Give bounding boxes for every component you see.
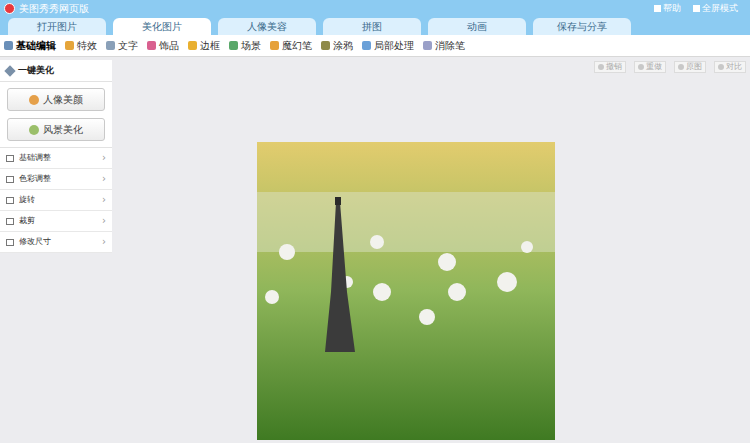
tool-icon bbox=[321, 41, 330, 50]
title-action-label: 全屏模式 bbox=[702, 4, 738, 13]
arrow-icon: › bbox=[102, 216, 106, 226]
eiffel-tower-icon bbox=[257, 142, 555, 440]
history-label: 重做 bbox=[646, 63, 662, 71]
workspace: 一键美化人像美颜风景美化基础调整 › 色彩调整 › 旋转 › 裁剪 › 修改尺寸 › 撤销 重做 原图 对… bbox=[0, 57, 750, 443]
sidebar-item-label: 修改尺寸 bbox=[19, 238, 97, 246]
tab[interactable]: 保存与分享 bbox=[533, 18, 631, 35]
history-label: 对比 bbox=[726, 63, 742, 71]
arrow-icon: › bbox=[102, 195, 106, 205]
tab-bar: 打开图片美化图片人像美容拼图动画保存与分享 bbox=[0, 17, 750, 35]
toolbar-item[interactable]: 饰品 bbox=[147, 41, 179, 51]
tab[interactable]: 美化图片 bbox=[113, 18, 211, 35]
toolbar-label: 消除笔 bbox=[435, 41, 465, 51]
sidebar-item[interactable]: 修改尺寸 › bbox=[0, 232, 112, 253]
tool-icon bbox=[147, 41, 156, 50]
history-button[interactable]: 原图 bbox=[674, 61, 706, 73]
toolbar-item[interactable]: 魔幻笔 bbox=[270, 41, 312, 51]
title-bar: 美图秀秀网页版 帮助 全屏模式 bbox=[0, 0, 750, 17]
panel-header: 一键美化 bbox=[0, 60, 112, 82]
action-icon bbox=[693, 5, 700, 12]
tab[interactable]: 动画 bbox=[428, 18, 526, 35]
arrow-icon: › bbox=[102, 174, 106, 184]
history-label: 撤销 bbox=[606, 63, 622, 71]
toolbar-item[interactable]: 场景 bbox=[229, 41, 261, 51]
tab[interactable]: 人像美容 bbox=[218, 18, 316, 35]
toolbar-item[interactable]: 基础编辑 bbox=[4, 41, 56, 51]
tool-icon bbox=[106, 41, 115, 50]
adjust-icon bbox=[6, 239, 14, 246]
canvas-area: 撤销 重做 原图 对比 bbox=[112, 57, 750, 443]
toolbar-label: 特效 bbox=[77, 41, 97, 51]
history-label: 原图 bbox=[686, 63, 702, 71]
left-panel: 一键美化人像美颜风景美化基础调整 › 色彩调整 › 旋转 › 裁剪 › 修改尺寸 › bbox=[0, 60, 112, 253]
toolbar-label: 局部处理 bbox=[374, 41, 414, 51]
tab[interactable]: 拼图 bbox=[323, 18, 421, 35]
sidebar-item-label: 裁剪 bbox=[19, 217, 97, 225]
face-icon bbox=[29, 95, 39, 105]
history-icon bbox=[678, 64, 684, 70]
tool-icon bbox=[423, 41, 432, 50]
action-icon bbox=[654, 5, 661, 12]
tab[interactable]: 打开图片 bbox=[8, 18, 106, 35]
toolbar: 基础编辑 特效 文字 饰品 边框 场景 魔幻笔 涂鸦 局部处理 消除笔 bbox=[0, 35, 750, 57]
sidebar-item-label: 色彩调整 bbox=[19, 175, 97, 183]
toolbar-item[interactable]: 局部处理 bbox=[362, 41, 414, 51]
beauty-button[interactable]: 人像美颜 bbox=[7, 88, 105, 111]
toolbar-label: 场景 bbox=[241, 41, 261, 51]
toolbar-label: 魔幻笔 bbox=[282, 41, 312, 51]
adjust-icon bbox=[6, 197, 14, 204]
beauty-button-label: 风景美化 bbox=[43, 125, 83, 135]
wand-icon bbox=[4, 65, 15, 76]
history-icon bbox=[598, 64, 604, 70]
toolbar-item[interactable]: 涂鸦 bbox=[321, 41, 353, 51]
panel-title: 一键美化 bbox=[18, 66, 54, 75]
app-title: 美图秀秀网页版 bbox=[19, 4, 89, 14]
sidebar-item[interactable]: 色彩调整 › bbox=[0, 169, 112, 190]
title-action[interactable]: 全屏模式 bbox=[693, 4, 738, 13]
beauty-button[interactable]: 风景美化 bbox=[7, 118, 105, 141]
landscape-icon bbox=[29, 125, 39, 135]
toolbar-label: 边框 bbox=[200, 41, 220, 51]
toolbar-label: 饰品 bbox=[159, 41, 179, 51]
history-button[interactable]: 重做 bbox=[634, 61, 666, 73]
sidebar-item-label: 基础调整 bbox=[19, 154, 97, 162]
tool-icon bbox=[65, 41, 74, 50]
sidebar-item[interactable]: 裁剪 › bbox=[0, 211, 112, 232]
toolbar-item[interactable]: 消除笔 bbox=[423, 41, 465, 51]
tool-icon bbox=[188, 41, 197, 50]
photo bbox=[257, 142, 555, 440]
toolbar-item[interactable]: 特效 bbox=[65, 41, 97, 51]
sidebar-item[interactable]: 基础调整 › bbox=[0, 148, 112, 169]
sidebar-item-label: 旋转 bbox=[19, 196, 97, 204]
arrow-icon: › bbox=[102, 153, 106, 163]
sidebar-item[interactable]: 旋转 › bbox=[0, 190, 112, 211]
tool-icon bbox=[362, 41, 371, 50]
adjust-icon bbox=[6, 218, 14, 225]
toolbar-label: 涂鸦 bbox=[333, 41, 353, 51]
logo-icon bbox=[4, 3, 15, 14]
toolbar-label: 基础编辑 bbox=[16, 41, 56, 51]
tool-icon bbox=[270, 41, 279, 50]
arrow-icon: › bbox=[102, 237, 106, 247]
beauty-button-label: 人像美颜 bbox=[43, 95, 83, 105]
history-button[interactable]: 撤销 bbox=[594, 61, 626, 73]
tool-icon bbox=[229, 41, 238, 50]
tool-icon bbox=[4, 41, 13, 50]
toolbar-item[interactable]: 边框 bbox=[188, 41, 220, 51]
adjust-icon bbox=[6, 176, 14, 183]
title-action-label: 帮助 bbox=[663, 4, 681, 13]
toolbar-label: 文字 bbox=[118, 41, 138, 51]
toolbar-item[interactable]: 文字 bbox=[106, 41, 138, 51]
adjust-icon bbox=[6, 155, 14, 162]
history-icon bbox=[638, 64, 644, 70]
history-icon bbox=[718, 64, 724, 70]
title-action[interactable]: 帮助 bbox=[654, 4, 681, 13]
history-button[interactable]: 对比 bbox=[714, 61, 746, 73]
